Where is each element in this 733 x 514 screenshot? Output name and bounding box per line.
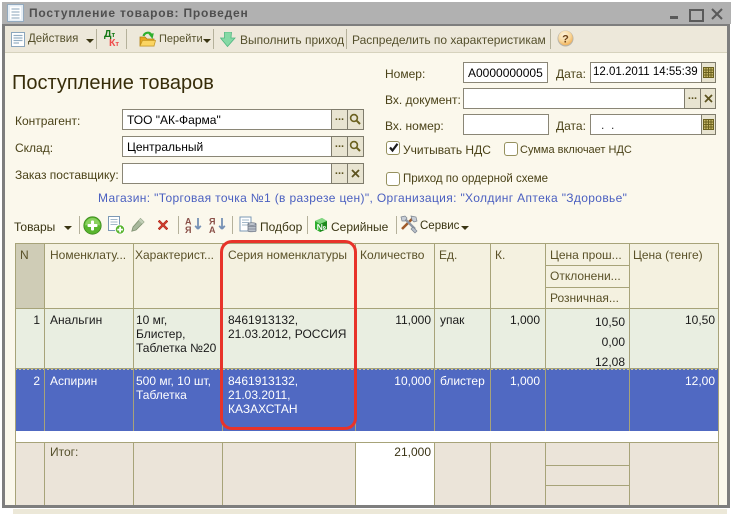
svg-text:Я: Я (185, 225, 191, 234)
svg-text:?: ? (562, 34, 569, 46)
svg-text:№: № (317, 222, 327, 232)
svg-text:А: А (209, 225, 216, 234)
